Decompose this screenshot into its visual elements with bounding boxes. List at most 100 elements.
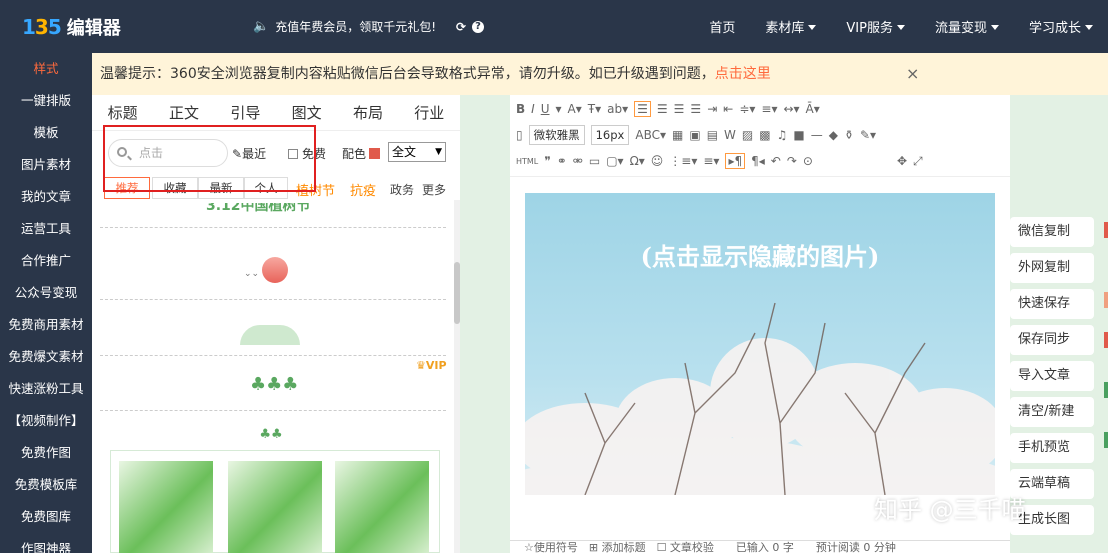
align-left-icon[interactable]: ☰: [634, 101, 651, 117]
rtl-icon[interactable]: ¶◂: [751, 154, 765, 168]
sidebar-item[interactable]: 公众号变现: [0, 277, 92, 309]
outdent-icon[interactable]: ⇤: [723, 102, 733, 116]
anchor-icon[interactable]: ▭: [589, 154, 600, 168]
align-justify-icon[interactable]: ☰: [690, 102, 701, 116]
sidebar-item[interactable]: 图片素材: [0, 149, 92, 181]
image-caption: (点击显示隐藏的图片): [640, 242, 880, 271]
eraser-icon[interactable]: ◆: [829, 128, 838, 142]
line-height-icon[interactable]: ≑▾: [739, 102, 755, 116]
style-card[interactable]: 3.12中国植树节 ⌄⌄ ♛VIP ♣♣♣ ♣♣: [100, 203, 447, 553]
multi-image-icon[interactable]: ▤: [707, 128, 718, 142]
sidebar-item[interactable]: 作图神器: [0, 533, 92, 553]
edge-marker: [1104, 432, 1108, 448]
toolbar-row-3: HTML ❞ ⚭ ⚮ ▭ ▢▾ Ω▾ ☺ ⋮≡▾ ≡▾ ▸¶ ¶◂ ↶ ↷ ⊙ …: [516, 149, 923, 173]
clear-format-icon[interactable]: Ā▾: [806, 102, 820, 116]
action-button[interactable]: 清空/新建: [1010, 397, 1094, 427]
italic-icon[interactable]: I: [531, 102, 535, 116]
nav-learn[interactable]: 学习成长: [1014, 17, 1108, 36]
font-color-icon[interactable]: A▾: [568, 102, 582, 116]
sidebar-item[interactable]: 免费图库: [0, 501, 92, 533]
sidebar-item[interactable]: 快速涨粉工具: [0, 373, 92, 405]
hr-icon[interactable]: —: [811, 128, 823, 142]
indent-icon[interactable]: ⇥: [707, 102, 717, 116]
action-button[interactable]: 导入文章: [1010, 361, 1094, 391]
action-button[interactable]: 外网复制: [1010, 253, 1094, 283]
sidebar-item[interactable]: 免费作图: [0, 437, 92, 469]
sidebar-item[interactable]: 样式: [0, 53, 92, 85]
hidden-image[interactable]: (点击显示隐藏的图片): [525, 193, 995, 495]
close-icon[interactable]: ×: [906, 53, 919, 95]
picture-icon[interactable]: ▨: [742, 128, 753, 142]
scope-select[interactable]: 全文: [388, 142, 446, 162]
bold-icon[interactable]: B: [516, 102, 525, 116]
sidebar-item[interactable]: 我的文章: [0, 181, 92, 213]
case-icon[interactable]: ABC▾: [635, 128, 666, 142]
insert-icon[interactable]: ▢▾: [606, 154, 623, 168]
page-icon[interactable]: ▯: [516, 128, 523, 142]
fern-photo: [228, 461, 322, 553]
spacing-icon[interactable]: ab▾: [607, 102, 628, 116]
notice-text: 温馨提示：360安全浏览器复制内容粘贴微信后台会导致格式异常，请勿升级。如已升级…: [100, 66, 715, 82]
sidebar-item[interactable]: 免费商用素材: [0, 309, 92, 341]
fullscreen-icon[interactable]: ⤢: [913, 154, 923, 169]
text-bg-icon[interactable]: Ŧ▾: [588, 102, 601, 116]
underline-icon[interactable]: U: [541, 102, 550, 116]
tag-more[interactable]: 更多: [422, 181, 446, 198]
music-icon[interactable]: ♫: [777, 128, 788, 142]
font-select[interactable]: 微软雅黑: [528, 125, 585, 145]
image-icon[interactable]: ▣: [689, 128, 700, 142]
undo-icon[interactable]: ↶: [771, 154, 781, 168]
align-right-icon[interactable]: ☰: [674, 102, 685, 116]
ltr-icon[interactable]: ▸¶: [725, 153, 746, 169]
tab-layout[interactable]: 布局: [353, 95, 383, 130]
promo-banner[interactable]: 🔈 充值年费会员，领取千元礼包! ⟳ ?: [253, 18, 485, 35]
video-icon[interactable]: ■: [793, 128, 804, 142]
color-swatch: [369, 148, 381, 159]
nav-monetize[interactable]: 流量变现: [920, 17, 1014, 36]
sidebar-item[interactable]: 免费模板库: [0, 469, 92, 501]
gallery-icon[interactable]: ▩: [759, 128, 770, 142]
tag-anti-epidemic[interactable]: 抗疫: [350, 180, 376, 199]
html-icon[interactable]: HTML: [516, 157, 538, 166]
color-picker[interactable]: 配色: [342, 145, 381, 162]
action-button[interactable]: 微信复制: [1010, 217, 1094, 247]
nav-materials[interactable]: 素材库: [750, 17, 831, 36]
notice-link[interactable]: 点击这里: [715, 66, 771, 82]
logo[interactable]: 135 编辑器: [22, 14, 121, 40]
nav-vip[interactable]: VIP服务: [831, 17, 920, 36]
align-center-icon[interactable]: ☰: [657, 102, 668, 116]
sidebar-item[interactable]: 免费爆文素材: [0, 341, 92, 373]
action-button[interactable]: 保存同步: [1010, 325, 1094, 355]
find-icon[interactable]: ⊙: [803, 154, 813, 168]
word-icon[interactable]: W: [724, 128, 736, 142]
tab-industry[interactable]: 行业: [414, 95, 444, 130]
ordered-list-icon[interactable]: ⋮≡▾: [669, 154, 697, 168]
sidebar-item[interactable]: 【视频制作】: [0, 405, 92, 437]
redo-icon[interactable]: ↷: [787, 154, 797, 168]
size-select[interactable]: 16px: [590, 125, 630, 145]
emoji-icon[interactable]: ☺: [651, 154, 664, 168]
sidebar-item[interactable]: 模板: [0, 117, 92, 149]
help-icon[interactable]: ?: [472, 20, 485, 33]
quote-icon[interactable]: ❞: [544, 154, 550, 168]
bullet-list-icon[interactable]: ≡▾: [703, 154, 719, 168]
letter-spacing-icon[interactable]: ↔▾: [783, 102, 799, 116]
nav-home[interactable]: 首页: [694, 17, 750, 36]
table-icon[interactable]: ▦: [672, 128, 683, 142]
link-icon[interactable]: ⚭: [557, 154, 567, 168]
move-icon[interactable]: ✥: [897, 154, 907, 168]
tag-politics[interactable]: 政务: [390, 181, 414, 198]
magic-icon[interactable]: ✎▾: [860, 128, 876, 142]
action-button[interactable]: 手机预览: [1010, 433, 1094, 463]
paragraph-icon[interactable]: ≡▾: [761, 102, 777, 116]
sidebar-item[interactable]: 合作推广: [0, 245, 92, 277]
unlink-icon[interactable]: ⚮: [573, 154, 583, 168]
sidebar-item[interactable]: 一键排版: [0, 85, 92, 117]
refresh-icon[interactable]: ⟳: [456, 20, 466, 34]
omega-icon[interactable]: Ω▾: [630, 154, 645, 168]
format-brush-icon[interactable]: ⚱: [844, 128, 854, 142]
sidebar-item[interactable]: 运营工具: [0, 213, 92, 245]
chevron-down-icon[interactable]: ▾: [556, 102, 562, 116]
action-button[interactable]: 快速保存: [1010, 289, 1094, 319]
edge-marker: [1104, 332, 1108, 348]
